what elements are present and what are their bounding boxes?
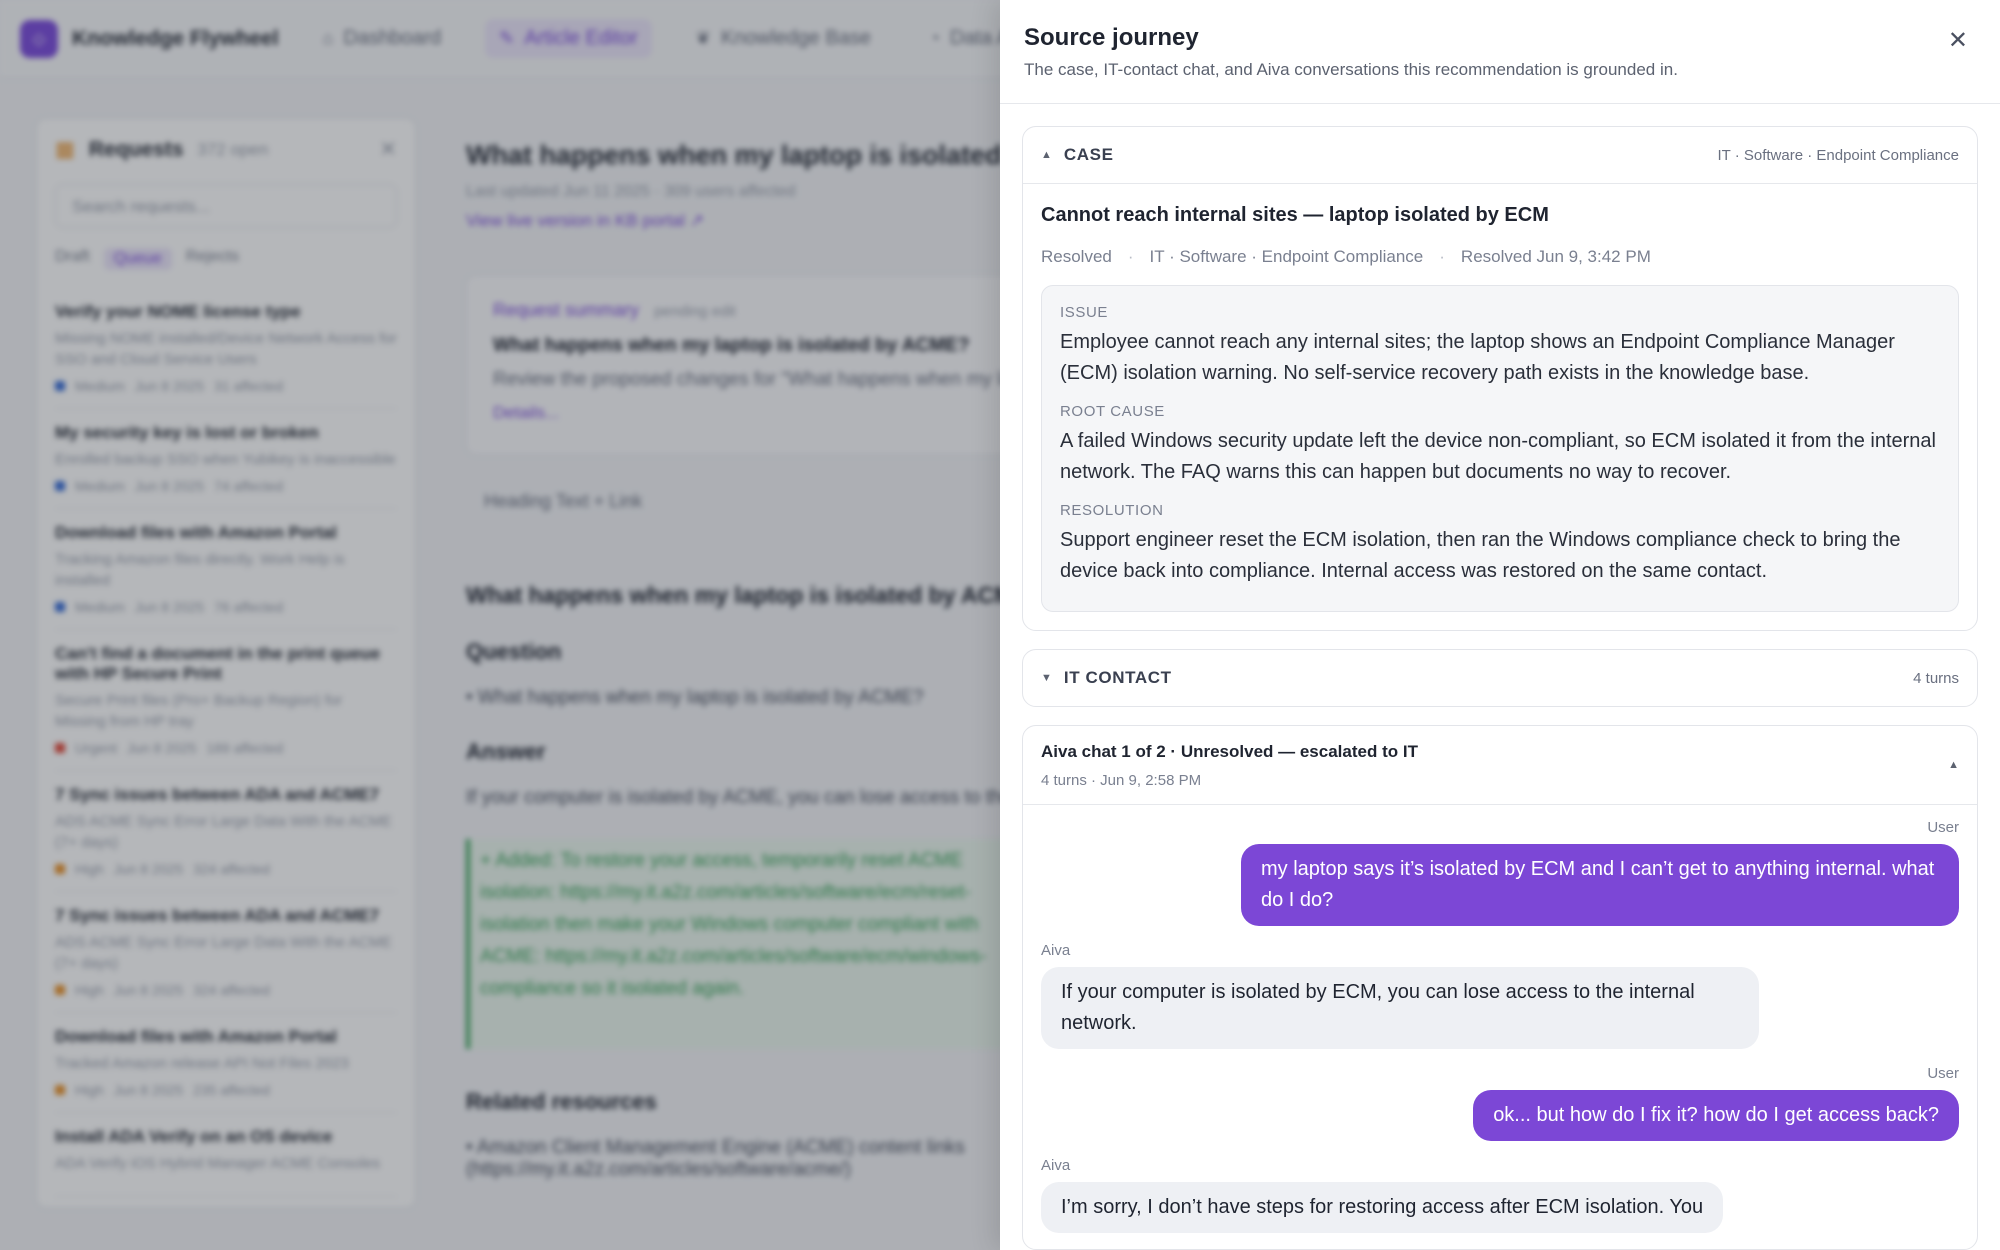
separator-dot: ·	[1439, 247, 1445, 266]
case-meta-category: IT · Software · Endpoint Compliance	[1149, 247, 1424, 266]
case-category: IT · Software · Endpoint Compliance	[1717, 146, 1959, 164]
drawer-title: Source journey	[1024, 24, 1199, 51]
issue-text: Employee cannot reach any internal sites…	[1060, 331, 1895, 384]
aiva-chat-header[interactable]: Aiva chat 1 of 2 · Unresolved — escalate…	[1023, 726, 1977, 804]
resolution-label: RESOLUTION	[1060, 502, 1164, 519]
case-card-header[interactable]: ▲ CASE IT · Software · Endpoint Complian…	[1023, 127, 1977, 183]
aiva-chat-title: Aiva chat 1 of 2 · Unresolved — escalate…	[1041, 741, 1418, 761]
drawer-body: ▲ CASE IT · Software · Endpoint Complian…	[1000, 104, 2000, 1250]
case-title: Cannot reach internal sites — laptop iso…	[1041, 204, 1549, 226]
it-contact-card: ▼ IT CONTACT 4 turns	[1022, 649, 1978, 707]
message-bubble: my laptop says it’s isolated by ECM and …	[1241, 844, 1959, 926]
chat-transcript: User my laptop says it’s isolated by ECM…	[1023, 805, 1977, 1233]
case-detail-box: ISSUE Employee cannot reach any internal…	[1041, 285, 1959, 612]
chat-message-user: User ok... but how do I fix it? how do I…	[1041, 1065, 1959, 1141]
message-sender: Aiva	[1041, 1157, 1071, 1174]
caret-up-icon: ▲	[1948, 759, 1959, 771]
case-status: Resolved	[1041, 247, 1112, 266]
case-card: ▲ CASE IT · Software · Endpoint Complian…	[1022, 126, 1978, 631]
drawer-subtitle: The case, IT-contact chat, and Aiva conv…	[1024, 60, 1678, 79]
message-bubble: If your computer is isolated by ECM, you…	[1041, 967, 1759, 1049]
drawer-header: Source journey The case, IT-contact chat…	[1000, 0, 2000, 104]
close-icon[interactable]: ✕	[1948, 26, 1968, 55]
aiva-chat-card: Aiva chat 1 of 2 · Unresolved — escalate…	[1022, 725, 1978, 1250]
message-bubble: I’m sorry, I don’t have steps for restor…	[1041, 1182, 1724, 1233]
resolution-text: Support engineer reset the ECM isolation…	[1060, 529, 1901, 582]
issue-label: ISSUE	[1060, 304, 1109, 321]
source-journey-drawer: Source journey The case, IT-contact chat…	[1000, 0, 2000, 1250]
it-contact-label: IT CONTACT	[1063, 668, 1172, 687]
chat-message-aiva: Aiva If your computer is isolated by ECM…	[1041, 942, 1959, 1049]
it-contact-header[interactable]: ▼ IT CONTACT 4 turns	[1023, 650, 1977, 706]
message-sender: Aiva	[1041, 942, 1071, 959]
chat-message-user: User my laptop says it’s isolated by ECM…	[1041, 819, 1959, 926]
message-sender: User	[1927, 1065, 1959, 1082]
root-cause-text: A failed Windows security update left th…	[1060, 430, 1936, 483]
caret-up-icon: ▲	[1041, 149, 1052, 161]
separator-dot: ·	[1127, 247, 1134, 266]
chat-message-aiva: Aiva I’m sorry, I don’t have steps for r…	[1041, 1157, 1959, 1233]
message-sender: User	[1927, 819, 1959, 836]
case-body: Cannot reach internal sites — laptop iso…	[1023, 184, 1977, 630]
aiva-chat-sub: 4 turns · Jun 9, 2:58 PM	[1041, 771, 1202, 789]
it-contact-turns: 4 turns	[1913, 669, 1959, 687]
caret-down-icon: ▼	[1041, 672, 1052, 684]
case-meta: Resolved · IT · Software · Endpoint Comp…	[1041, 247, 1959, 267]
root-cause-label: ROOT CAUSE	[1060, 403, 1165, 420]
case-resolved-at: Resolved Jun 9, 3:42 PM	[1460, 247, 1651, 266]
case-label: CASE	[1063, 145, 1114, 164]
message-bubble: ok... but how do I fix it? how do I get …	[1473, 1090, 1959, 1141]
